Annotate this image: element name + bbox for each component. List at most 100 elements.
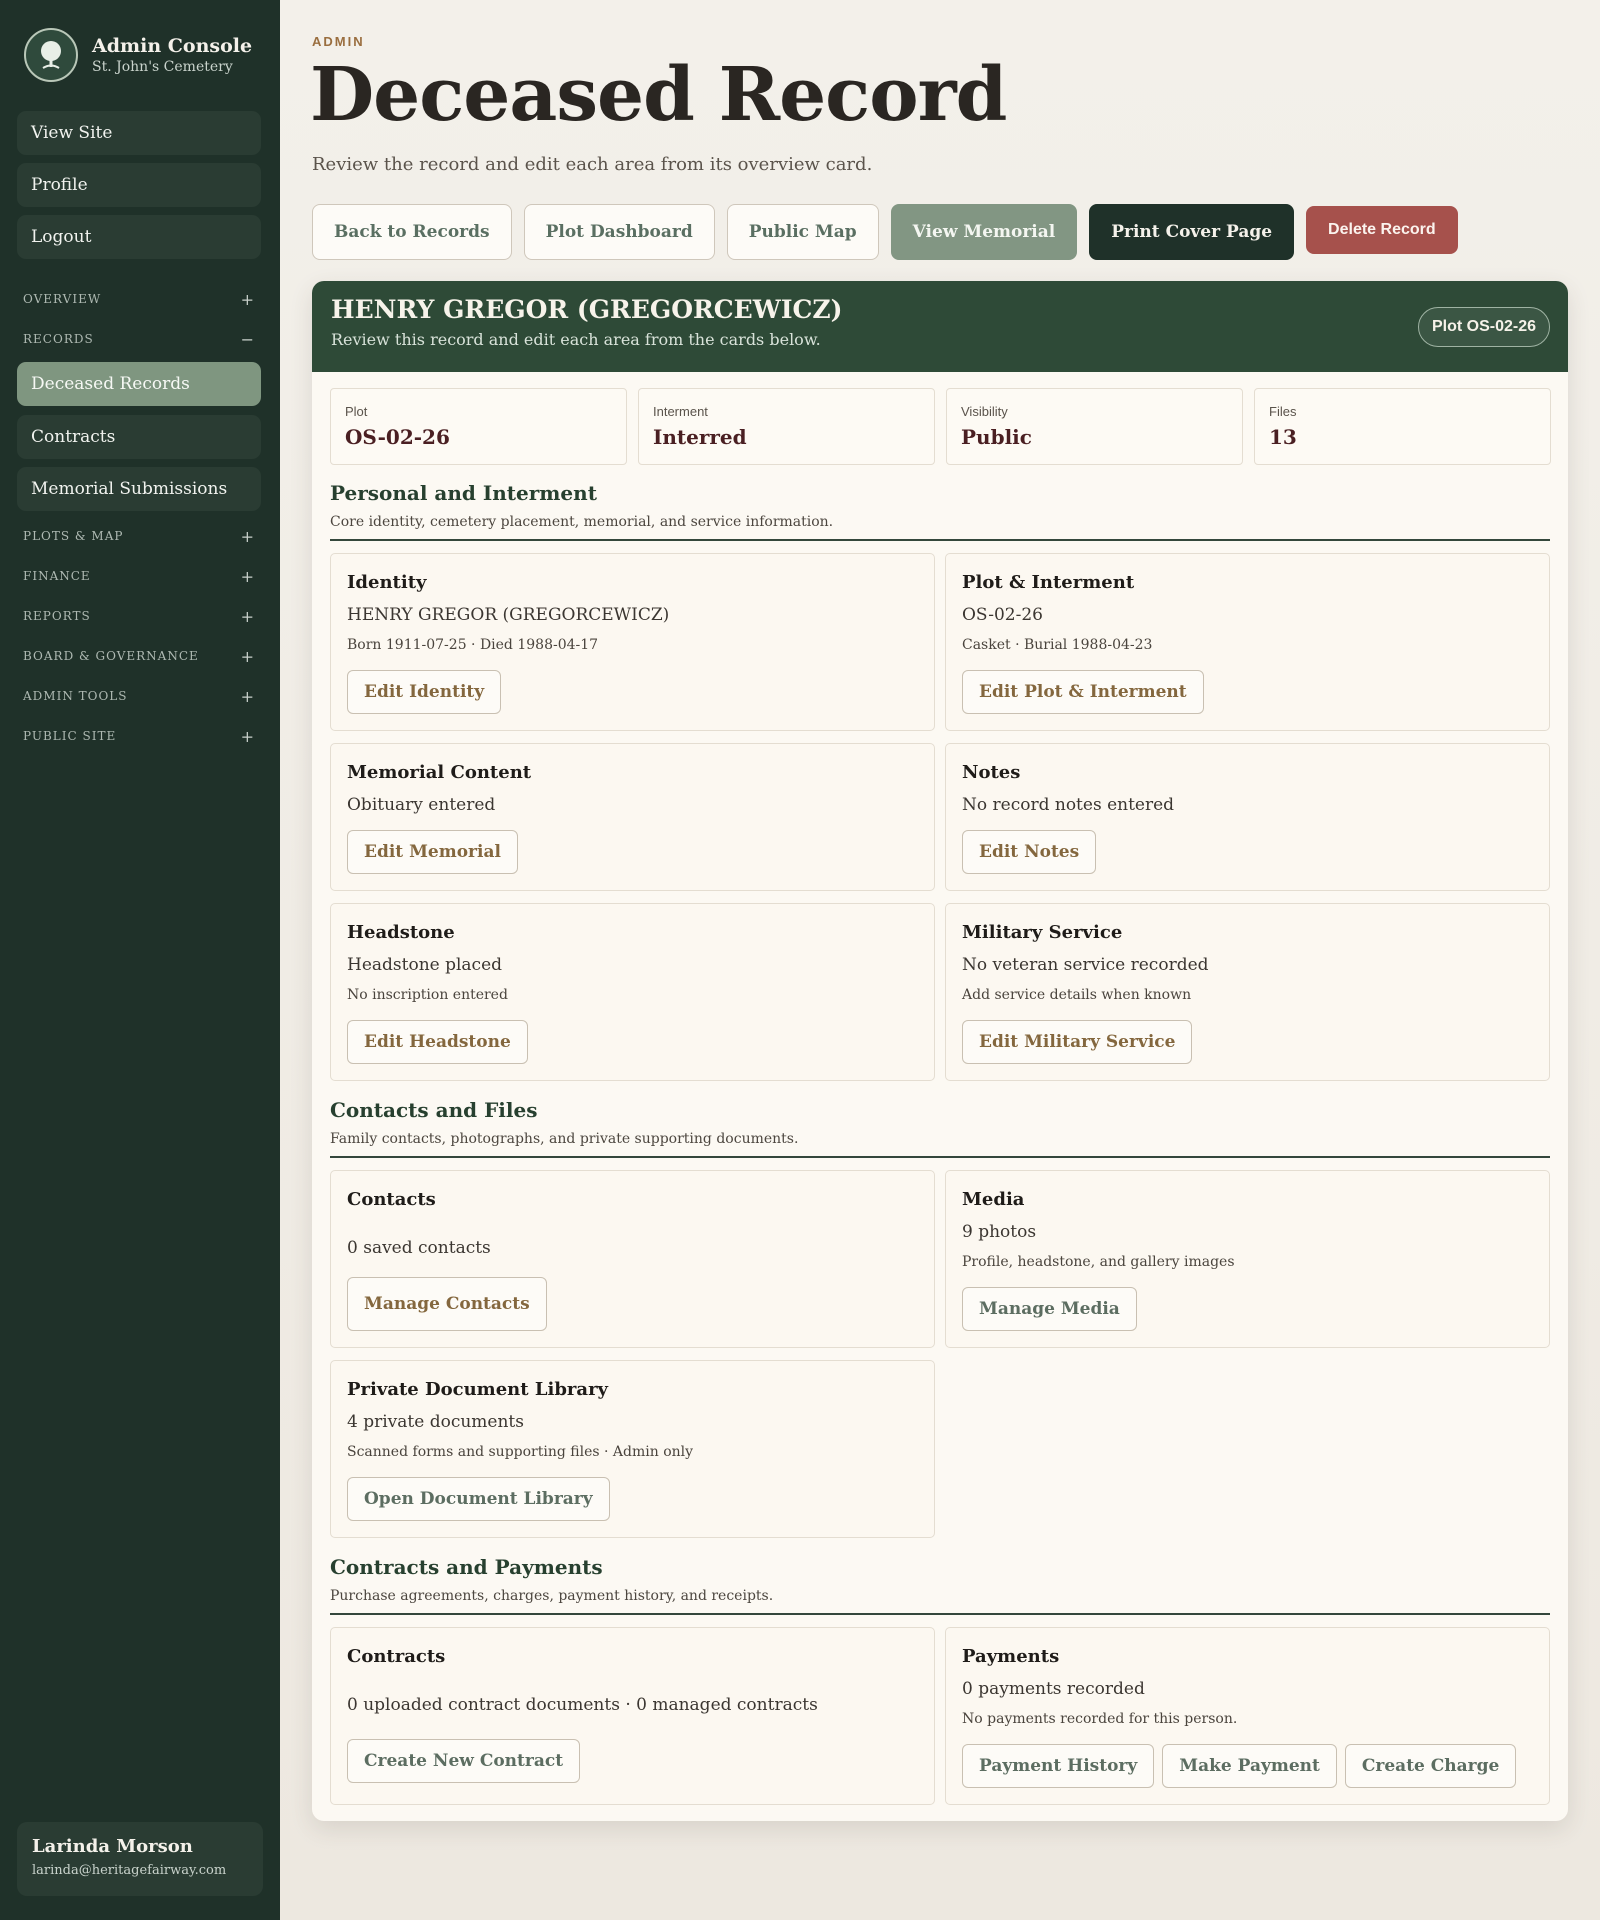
delete-record-button[interactable]: Delete Record [1306, 206, 1458, 254]
contacts-card: Contacts 0 saved contacts Manage Contact… [330, 1170, 935, 1348]
brand[interactable]: Admin Console St. John's Cemetery [24, 28, 252, 82]
payment-history-button[interactable]: Payment History [962, 1744, 1155, 1788]
stat-interment: Interment Interred [638, 388, 935, 465]
edit-identity-button[interactable]: Edit Identity [347, 670, 502, 714]
stat-value: OS-02-26 [345, 425, 450, 449]
section-label: OVERVIEW [23, 292, 102, 306]
nav-section-public-site[interactable]: PUBLIC SITE + [23, 726, 255, 746]
section-label: PUBLIC SITE [23, 729, 117, 743]
create-charge-button[interactable]: Create Charge [1344, 1744, 1517, 1788]
edit-headstone-button[interactable]: Edit Headstone [347, 1020, 528, 1064]
logout-link[interactable]: Logout [17, 215, 261, 259]
card-title: Notes [962, 762, 1021, 783]
nav-section-reports[interactable]: REPORTS + [23, 606, 255, 626]
nav-section-admin-tools[interactable]: ADMIN TOOLS + [23, 686, 255, 706]
expand-icon: + [240, 526, 255, 546]
create-new-contract-button[interactable]: Create New Contract [347, 1739, 581, 1783]
edit-notes-button[interactable]: Edit Notes [962, 830, 1097, 874]
payments-actions: Payment History Make Payment Create Char… [962, 1744, 1517, 1788]
card-detail: Scanned forms and supporting files · Adm… [347, 1444, 694, 1460]
back-to-records-button[interactable]: Back to Records [312, 204, 512, 260]
notes-card: Notes No record notes entered Edit Notes [945, 743, 1550, 891]
user-name: Larinda Morson [32, 1836, 193, 1857]
card-value: 0 payments recorded [962, 1679, 1145, 1699]
nav-section-finance[interactable]: FINANCE + [23, 566, 255, 586]
user-email: larinda@heritagefairway.com [32, 1863, 227, 1878]
section-title: Contracts and Payments [330, 1555, 603, 1579]
stat-label: Visibility [961, 404, 1008, 419]
stat-plot: Plot OS-02-26 [330, 388, 627, 465]
view-memorial-button[interactable]: View Memorial [890, 204, 1078, 260]
plot-dashboard-button[interactable]: Plot Dashboard [523, 204, 715, 260]
section-label: FINANCE [23, 569, 91, 583]
card-title: Media [962, 1189, 1025, 1210]
record-name: HENRY GREGOR (GREGORCEWICZ) [331, 295, 843, 324]
section-label: ADMIN TOOLS [23, 689, 128, 703]
section-description: Core identity, cemetery placement, memor… [330, 514, 834, 530]
record-subtitle: Review this record and edit each area fr… [331, 330, 821, 349]
card-value: 9 photos [962, 1222, 1037, 1242]
expand-icon: + [240, 686, 255, 706]
public-map-button[interactable]: Public Map [726, 204, 879, 260]
edit-memorial-button[interactable]: Edit Memorial [347, 830, 518, 874]
section-label: BOARD & GOVERNANCE [23, 649, 199, 663]
view-site-link[interactable]: View Site [17, 111, 261, 155]
headstone-card: Headstone Headstone placed No inscriptio… [330, 903, 935, 1081]
card-value: HENRY GREGOR (GREGORCEWICZ) [347, 605, 670, 625]
card-detail: Born 1911-07-25 · Died 1988-04-17 [347, 637, 599, 653]
page-title: Deceased Record [310, 52, 1007, 138]
print-cover-page-button[interactable]: Print Cover Page [1089, 204, 1295, 260]
sidebar-item-memorial-submissions[interactable]: Memorial Submissions [17, 467, 261, 511]
nav-section-overview[interactable]: OVERVIEW + [23, 289, 255, 309]
open-document-library-button[interactable]: Open Document Library [347, 1477, 610, 1521]
expand-icon: + [240, 606, 255, 626]
card-detail: No payments recorded for this person. [962, 1711, 1238, 1727]
plot-badge: Plot OS-02-26 [1417, 307, 1550, 347]
sidebar-item-contracts[interactable]: Contracts [17, 415, 261, 459]
section-description: Family contacts, photographs, and privat… [330, 1131, 799, 1147]
section-label: REPORTS [23, 609, 91, 623]
edit-military-service-button[interactable]: Edit Military Service [962, 1020, 1193, 1064]
plot-interment-card: Plot & Interment OS-02-26 Casket · Buria… [945, 553, 1550, 731]
card-title: Contacts [347, 1189, 436, 1210]
collapse-icon: − [240, 329, 255, 349]
card-detail: Add service details when known [962, 987, 1192, 1003]
section-personal-interment: Personal and Interment Core identity, ce… [330, 481, 1550, 530]
edit-plot-interment-button[interactable]: Edit Plot & Interment [962, 670, 1204, 714]
card-title: Headstone [347, 922, 455, 943]
sidebar-item-deceased-records[interactable]: Deceased Records [17, 362, 261, 406]
manage-media-button[interactable]: Manage Media [962, 1287, 1137, 1331]
private-document-library-card: Private Document Library 4 private docum… [330, 1360, 935, 1538]
card-detail: Profile, headstone, and gallery images [962, 1254, 1235, 1270]
stat-value: Interred [653, 425, 747, 449]
payments-card: Payments 0 payments recorded No payments… [945, 1627, 1550, 1805]
card-value: 4 private documents [347, 1412, 524, 1432]
card-detail: No inscription entered [347, 987, 508, 1003]
card-title: Payments [962, 1646, 1060, 1667]
card-value: Obituary entered [347, 795, 496, 815]
nav-section-plots-map[interactable]: PLOTS & MAP + [23, 526, 255, 546]
media-card: Media 9 photos Profile, headstone, and g… [945, 1170, 1550, 1348]
section-divider [330, 539, 1550, 541]
card-title: Plot & Interment [962, 572, 1135, 593]
user-card[interactable]: Larinda Morson larinda@heritagefairway.c… [17, 1822, 263, 1896]
section-title: Contacts and Files [330, 1098, 538, 1122]
section-divider [330, 1613, 1550, 1615]
stat-label: Plot [345, 404, 368, 419]
nav-section-board-governance[interactable]: BOARD & GOVERNANCE + [23, 646, 255, 666]
card-title: Contracts [347, 1646, 446, 1667]
make-payment-button[interactable]: Make Payment [1162, 1744, 1337, 1788]
section-description: Purchase agreements, charges, payment hi… [330, 1588, 774, 1604]
tree-logo-icon [24, 28, 78, 82]
card-value: OS-02-26 [962, 605, 1043, 625]
stat-label: Interment [653, 404, 708, 419]
section-contacts-files: Contacts and Files Family contacts, phot… [330, 1098, 1550, 1147]
section-contracts-payments: Contracts and Payments Purchase agreemen… [330, 1555, 1550, 1604]
card-detail: Casket · Burial 1988-04-23 [962, 637, 1153, 653]
card-value: 0 uploaded contract documents · 0 manage… [347, 1695, 818, 1715]
manage-contacts-button[interactable]: Manage Contacts [347, 1277, 547, 1331]
profile-link[interactable]: Profile [17, 163, 261, 207]
page-eyebrow: ADMIN [312, 34, 365, 49]
nav-section-records[interactable]: RECORDS − [23, 329, 255, 349]
record-header: HENRY GREGOR (GREGORCEWICZ) Review this … [312, 281, 1568, 372]
